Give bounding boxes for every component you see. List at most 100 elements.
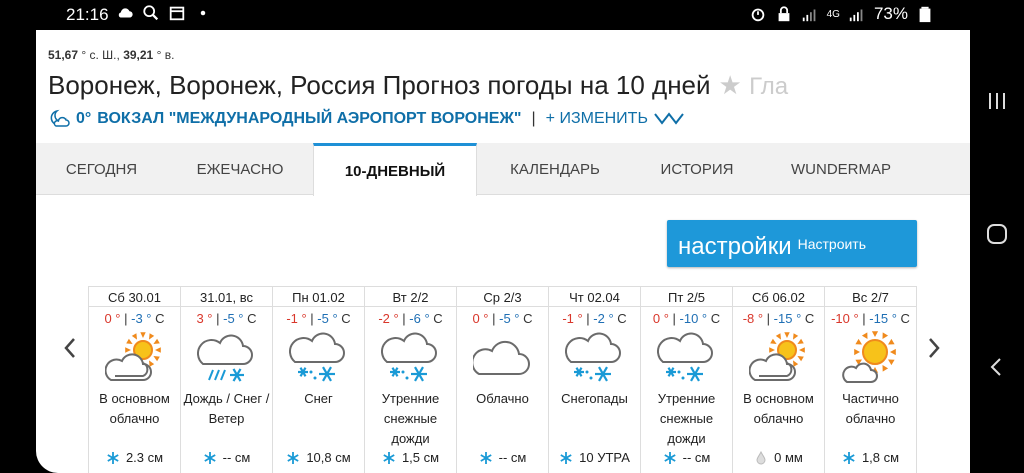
forecast-condition: Дождь / Снег / Ветер xyxy=(183,391,270,426)
next-days-arrow-icon[interactable] xyxy=(924,335,944,361)
battery-icon xyxy=(919,6,931,23)
cloudy-icon xyxy=(457,329,548,389)
forecast-date: Сб 06.02 xyxy=(733,286,824,307)
forecast-precipitation: 1,8 см xyxy=(825,450,916,465)
forecast-condition: Утренние снежные дожди xyxy=(657,391,716,446)
forecast-precipitation: 1,5 см xyxy=(365,450,456,465)
forecast-condition: Утренние снежные дожди xyxy=(381,391,440,446)
forecast-precipitation: 2.3 см xyxy=(89,450,180,465)
forecast-temps: -8 ° | -15 ° C xyxy=(733,311,824,327)
forecast-day[interactable]: Сб 06.02 -8 ° | -15 ° C В основном облачно… xyxy=(733,286,825,473)
snowflake-icon xyxy=(382,451,396,465)
mostly-sunny-icon xyxy=(825,329,916,389)
tab-today[interactable]: СЕГОДНЯ xyxy=(36,143,167,195)
tab-calendar[interactable]: КАЛЕНДАРЬ xyxy=(477,143,633,195)
status-bar: 21:16 4G 73% xyxy=(36,0,970,30)
temp-high: -1 ° xyxy=(286,311,307,326)
forecast-day[interactable]: Вт 2/2 -2 ° | -6 ° C Утренние снежные дожд… xyxy=(365,286,457,473)
snowflake-icon xyxy=(663,451,677,465)
snowflake-icon xyxy=(286,451,300,465)
forecast-temps: 0 ° | -5 ° C xyxy=(457,311,548,327)
forecast-temps: -1 ° | -5 ° C xyxy=(273,311,364,327)
snowflake-icon xyxy=(559,451,573,465)
alarm-icon xyxy=(751,8,764,22)
forecast-condition: В основном облачно xyxy=(743,391,814,426)
tab-history[interactable]: ИСТОРИЯ xyxy=(633,143,761,195)
settings-button[interactable]: настройки Настроить xyxy=(667,220,917,267)
tab-wundermap[interactable]: WUNDERMAP xyxy=(761,143,921,195)
temp-low: -15 ° xyxy=(773,311,802,326)
forecast-date: Ср 2/3 xyxy=(457,286,548,307)
forecast-temps: 3 ° | -5 ° C xyxy=(181,311,272,327)
forecast-precipitation: -- см xyxy=(457,450,548,465)
temp-high: 0 ° xyxy=(652,311,669,326)
partly-cloudy-icon xyxy=(89,329,180,389)
dot-icon xyxy=(200,10,206,16)
forecast-temps: 0 ° | -3 ° C xyxy=(89,311,180,327)
home-button[interactable] xyxy=(982,219,1012,249)
forecast-precipitation: -- см xyxy=(181,450,272,465)
back-button[interactable] xyxy=(982,352,1012,382)
forecast-strip: Сб 30.01 0 ° | -3 ° C В основном облачно 2.… xyxy=(88,286,917,473)
temp-unit: C xyxy=(710,311,721,326)
raindrop-icon xyxy=(754,450,768,465)
tab-label: WUNDERMAP xyxy=(791,160,891,178)
forecast-date: Пн 01.02 xyxy=(273,286,364,307)
temp-unit: C xyxy=(341,311,351,326)
snow-icon xyxy=(365,329,456,389)
search-icon xyxy=(143,5,159,21)
temp-separator: | xyxy=(858,311,870,326)
forecast-day[interactable]: 31.01, вс 3 ° | -5 ° C Дождь / Снег / Вете… xyxy=(181,286,273,473)
change-location-link[interactable]: + ИЗМЕНИТЬ xyxy=(546,110,648,128)
temp-unit: C xyxy=(804,311,815,326)
lock-icon xyxy=(778,6,790,22)
previous-days-arrow-icon[interactable] xyxy=(60,335,80,361)
temp-separator: | xyxy=(306,311,318,326)
precipitation-amount: -- см xyxy=(222,450,251,465)
temp-high: 0 ° xyxy=(472,311,489,326)
station-separator: | xyxy=(531,110,536,127)
station-name-link[interactable]: ВОКЗАЛ "МЕЖДУНАРОДНЫЙ АЭРОПОРТ ВОРОНЕЖ" xyxy=(97,110,521,128)
forecast-date: Вс 2/7 xyxy=(825,286,916,307)
snow-icon xyxy=(273,329,364,389)
chevron-double-down-icon[interactable] xyxy=(654,112,684,126)
tab-label: ИСТОРИЯ xyxy=(660,160,734,178)
favorite-star-icon[interactable]: ★ xyxy=(719,70,742,100)
precipitation-amount: -- см xyxy=(498,450,527,465)
snowflake-icon xyxy=(203,451,217,465)
snow-icon xyxy=(641,329,732,389)
temp-unit: C xyxy=(900,311,910,326)
temp-high: -8 ° xyxy=(742,311,764,326)
temp-low: -5 ° xyxy=(499,311,520,326)
temp-low: -5 ° xyxy=(317,311,338,326)
forecast-day[interactable]: Вс 2/7 -10 ° | -15 ° C Частично облачно 1,8… xyxy=(825,286,917,473)
tab-hourly[interactable]: ЕЖЕЧАСНО xyxy=(167,143,313,195)
forecast-date: Чт 02.04 xyxy=(549,286,640,307)
temp-low: -15 ° xyxy=(869,311,897,326)
temp-low: -3 ° xyxy=(131,311,152,326)
navigation-bar xyxy=(970,0,1024,473)
battery-label: 73% xyxy=(873,4,908,23)
precipitation-amount: 0 мм xyxy=(774,450,803,465)
forecast-day[interactable]: Чт 02.04 -1 ° | -2 ° C Снегопады 10 УТРА xyxy=(549,286,641,473)
temp-separator: | xyxy=(120,311,132,326)
temp-high: 3 ° xyxy=(196,311,213,326)
network-type-label: 4G xyxy=(826,8,840,20)
tab-10-day[interactable]: 10-ДНЕВНЫЙ xyxy=(313,143,477,196)
page-title-tail: Гла xyxy=(749,73,789,100)
calendar-icon xyxy=(169,6,185,21)
forecast-precipitation: 10 УТРА xyxy=(549,450,640,465)
coordinates: 51,67 ° с. Ш., 39,21 ° в. xyxy=(48,48,174,62)
forecast-day[interactable]: Пн 01.02 -1 ° | -5 ° C Снег 10,8 см xyxy=(273,286,365,473)
temp-low: -2 ° xyxy=(593,311,614,326)
latitude-value: 51,67 xyxy=(48,48,79,62)
forecast-day[interactable]: Сб 30.01 0 ° | -3 ° C В основном облачно 2.… xyxy=(89,286,181,473)
longitude-value: 39,21 xyxy=(123,48,154,62)
precipitation-amount: 2.3 см xyxy=(125,450,164,465)
home-icon xyxy=(987,224,1007,244)
recent-apps-button[interactable] xyxy=(982,86,1012,116)
cloud-icon xyxy=(118,8,133,18)
forecast-day[interactable]: Пт 2/5 0 ° | -10 ° C Утренние снежные дожд… xyxy=(641,286,733,473)
forecast-day[interactable]: Ср 2/3 0 ° | -5 ° C Облачно -- см xyxy=(457,286,549,473)
moon-cloud-icon xyxy=(50,109,70,127)
